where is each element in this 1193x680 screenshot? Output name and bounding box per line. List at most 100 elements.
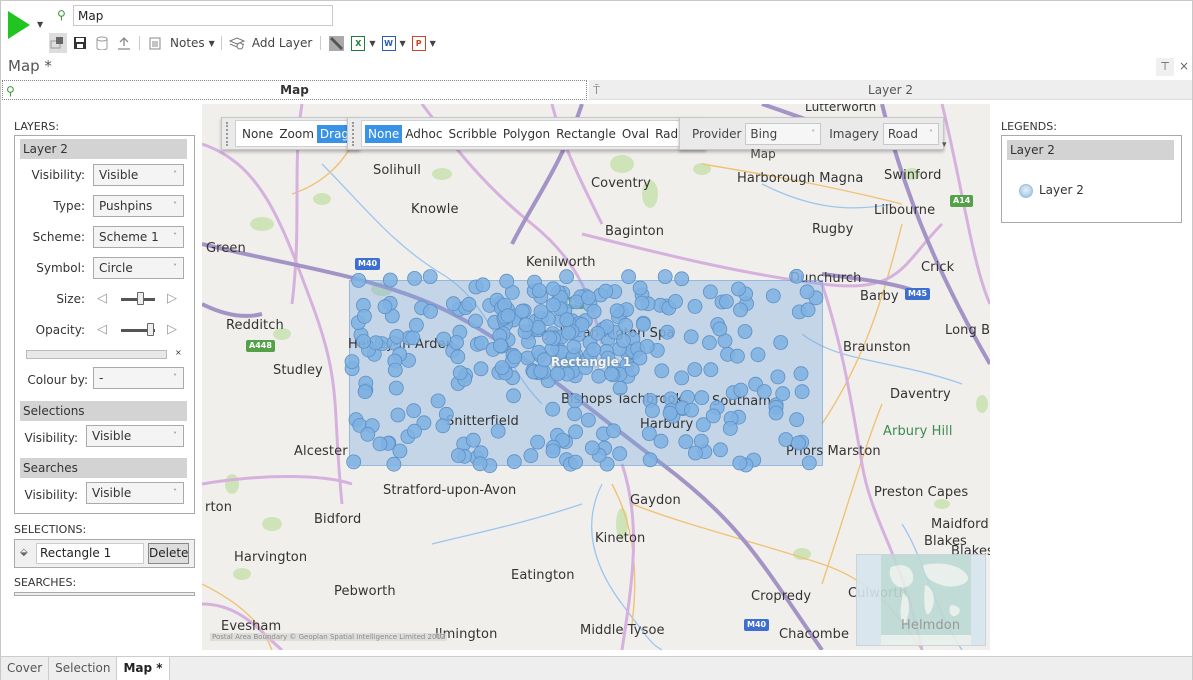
nav-zoom-button[interactable]: Zoom xyxy=(276,125,317,143)
notes-dropdown-icon[interactable]: ▼ xyxy=(209,39,215,48)
pushpin-marker[interactable] xyxy=(518,317,534,333)
pushpin-marker[interactable] xyxy=(450,448,466,463)
pushpin-marker[interactable] xyxy=(801,455,817,471)
pushpin-marker[interactable] xyxy=(687,362,703,377)
pushpin-marker[interactable] xyxy=(408,317,424,333)
select-oval-button[interactable]: Oval xyxy=(619,125,652,143)
layer-pane-header[interactable]: ⍑ Layer 2 xyxy=(589,80,1192,100)
pushpin-marker[interactable] xyxy=(356,308,372,324)
scheme-select[interactable]: Scheme 1 ˅ xyxy=(93,226,184,248)
pushpin-marker[interactable] xyxy=(507,349,523,365)
pushpin-marker[interactable] xyxy=(545,297,561,313)
pushpin-marker[interactable] xyxy=(423,303,438,319)
pushpin-marker[interactable] xyxy=(674,370,690,386)
pushpin-marker[interactable] xyxy=(606,423,621,439)
pushpin-marker[interactable] xyxy=(346,454,362,470)
pushpin-marker[interactable] xyxy=(536,352,552,368)
pushpin-marker[interactable] xyxy=(705,408,721,424)
pushpin-marker[interactable] xyxy=(683,329,699,345)
pushpin-marker[interactable] xyxy=(603,366,619,382)
pushpin-marker[interactable] xyxy=(387,362,403,378)
pushpin-marker[interactable] xyxy=(719,294,734,309)
pushpin-marker[interactable] xyxy=(713,442,728,458)
pushpin-marker[interactable] xyxy=(609,303,625,319)
excel-dropdown-icon[interactable]: ▼ xyxy=(369,39,375,48)
pushpin-marker[interactable] xyxy=(674,271,690,287)
save-button[interactable] xyxy=(71,33,89,53)
size-thumb[interactable] xyxy=(136,292,144,305)
pushpin-marker[interactable] xyxy=(533,304,549,320)
pushpin-marker[interactable] xyxy=(789,412,805,428)
selection-name-field[interactable]: Rectangle 1 xyxy=(36,543,144,564)
pushpin-marker[interactable] xyxy=(490,423,506,439)
pushpin-marker[interactable] xyxy=(580,412,596,428)
pushpin-marker[interactable] xyxy=(668,293,683,309)
pushpin-marker[interactable] xyxy=(687,298,703,314)
pushpin-marker[interactable] xyxy=(372,436,388,452)
pushpin-marker[interactable] xyxy=(659,324,675,340)
notes-icon-button[interactable] xyxy=(146,33,164,53)
pushpin-marker[interactable] xyxy=(737,324,753,339)
pushpin-marker[interactable] xyxy=(542,330,557,346)
pushpin-marker[interactable] xyxy=(357,384,373,400)
size-slider[interactable]: ◁ ▷ xyxy=(97,291,182,307)
pushpin-marker[interactable] xyxy=(765,288,781,304)
pushpin-marker[interactable] xyxy=(702,284,718,300)
pushpin-marker[interactable] xyxy=(590,325,605,341)
toolbar-overflow-icon[interactable]: ▾ xyxy=(942,140,947,150)
pushpin-marker[interactable] xyxy=(377,299,393,315)
pushpin-marker[interactable] xyxy=(545,401,561,417)
pushpin-marker[interactable] xyxy=(731,281,746,297)
pushpin-marker[interactable] xyxy=(641,426,657,442)
pushpin-marker[interactable] xyxy=(634,295,650,311)
pushpin-marker[interactable] xyxy=(514,303,530,319)
pushpin-marker[interactable] xyxy=(773,335,789,350)
pushpin-marker[interactable] xyxy=(775,386,791,402)
pushpin-marker[interactable] xyxy=(770,369,786,385)
pushpin-marker[interactable] xyxy=(531,283,547,299)
select-none-button[interactable]: None xyxy=(365,124,403,143)
pushpin-marker[interactable] xyxy=(687,445,703,461)
pushpin-marker[interactable] xyxy=(390,407,406,423)
pushpin-marker[interactable] xyxy=(800,302,816,318)
pushpin-marker[interactable] xyxy=(567,393,583,409)
clear-icon[interactable]: × xyxy=(175,348,182,357)
pushpin-marker[interactable] xyxy=(703,362,719,378)
opacity-thumb[interactable] xyxy=(146,323,154,336)
pushpin-marker[interactable] xyxy=(506,388,521,404)
pin-pane-icon[interactable]: ⊤ xyxy=(1156,58,1174,76)
pushpin-marker[interactable] xyxy=(356,333,372,349)
filter-bar[interactable] xyxy=(26,350,167,359)
pushpin-marker[interactable] xyxy=(435,418,451,434)
imagery-select[interactable]: Road ˅ xyxy=(882,122,939,145)
pushpin-marker[interactable] xyxy=(530,320,546,335)
tab-cover[interactable]: Cover xyxy=(1,657,50,680)
map-canvas[interactable]: Lutterworth Meriden Solihull Coventry Ha… xyxy=(202,104,990,650)
notes-button[interactable]: Notes xyxy=(168,36,207,50)
select-polygon-button[interactable]: Polygon xyxy=(500,125,553,143)
pushpin-marker[interactable] xyxy=(701,335,717,351)
pushpin-marker[interactable] xyxy=(793,366,809,382)
pushpin-marker[interactable] xyxy=(407,270,423,286)
pushpin-marker[interactable] xyxy=(545,443,561,459)
symbol-select[interactable]: Circle ˅ xyxy=(93,257,184,279)
pushpin-marker[interactable] xyxy=(500,308,516,324)
pushpin-marker[interactable] xyxy=(778,432,794,447)
pushpin-marker[interactable] xyxy=(756,384,772,399)
nav-none-button[interactable]: None xyxy=(239,125,276,143)
pushpin-marker[interactable] xyxy=(465,432,481,448)
pushpin-marker[interactable] xyxy=(684,402,699,418)
pin-toggle-button[interactable] xyxy=(49,33,67,53)
pushpin-marker[interactable] xyxy=(612,380,628,396)
pushpin-marker[interactable] xyxy=(635,316,651,332)
select-adhoc-button[interactable]: Adhoc xyxy=(402,125,445,143)
delete-selection-button[interactable]: Delete xyxy=(148,543,189,564)
pushpin-marker[interactable] xyxy=(568,454,584,470)
selections-visibility-select[interactable]: Visible ˅ xyxy=(86,425,184,447)
pushpin-marker[interactable] xyxy=(452,365,468,381)
pushpin-marker[interactable] xyxy=(712,321,728,337)
pushpin-marker[interactable] xyxy=(407,423,422,439)
searches-visibility-select[interactable]: Visible ˅ xyxy=(86,482,184,504)
pushpin-marker[interactable] xyxy=(794,384,810,400)
pushpin-marker[interactable] xyxy=(561,325,577,341)
